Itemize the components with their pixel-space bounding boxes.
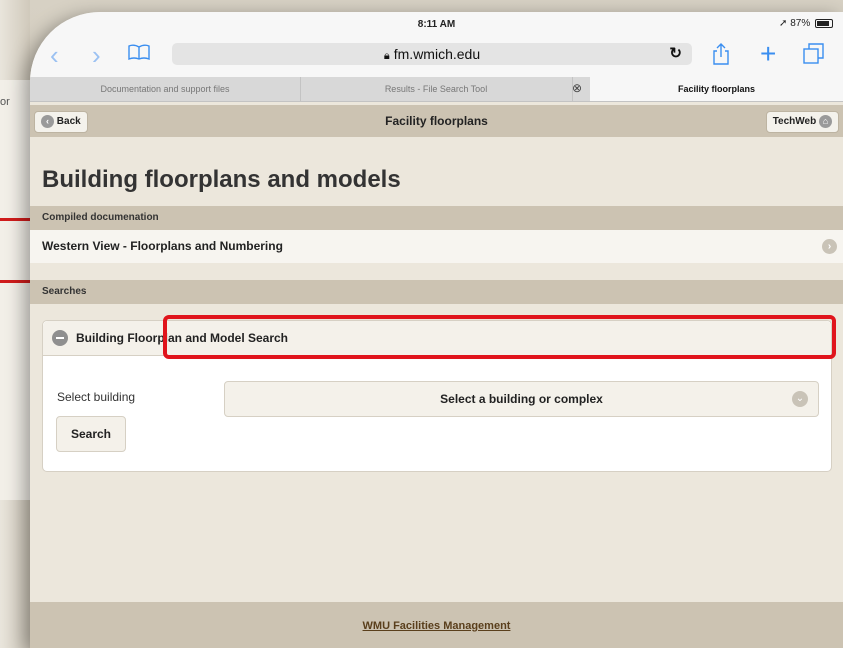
tab-documentation[interactable]: Documentation and support files bbox=[30, 77, 301, 101]
tab-results[interactable]: Results - File Search Tool bbox=[300, 77, 573, 101]
chevron-down-icon: ⌄ bbox=[792, 391, 808, 407]
tabs-overview-icon[interactable] bbox=[802, 42, 826, 66]
screenshot-card: 8:11 AM ➚ 87% ‹ › 🔒︎ fm.wmich.edu ↻ + Doc… bbox=[30, 12, 843, 648]
list-item-label: Western View - Floorplans and Numbering bbox=[42, 239, 283, 253]
page-footer: WMU Facilities Management bbox=[30, 602, 843, 648]
lock-icon: 🔒︎ bbox=[383, 50, 390, 62]
search-button[interactable]: Search bbox=[56, 416, 126, 452]
collapse-icon bbox=[52, 330, 68, 346]
battery-icon bbox=[815, 18, 833, 28]
status-time: 8:11 AM bbox=[417, 19, 456, 30]
page-toolbar: ‹ Back Facility floorplans TechWeb ⌂ bbox=[30, 105, 843, 137]
web-page: ‹ Back Facility floorplans TechWeb ⌂ Bui… bbox=[30, 102, 843, 648]
tab-bar: Documentation and support files Results … bbox=[30, 77, 843, 102]
list-item-western-view[interactable]: Western View - Floorplans and Numbering … bbox=[30, 230, 843, 263]
new-tab-icon[interactable]: + bbox=[760, 40, 776, 68]
techweb-button-label: TechWeb bbox=[772, 116, 817, 127]
footer-link[interactable]: WMU Facilities Management bbox=[30, 620, 843, 632]
section-searches: Searches bbox=[30, 280, 843, 304]
forward-nav-icon[interactable]: › bbox=[92, 42, 101, 68]
close-tab-icon[interactable]: ⊗ bbox=[570, 81, 584, 95]
techweb-button[interactable]: TechWeb ⌂ bbox=[765, 111, 839, 133]
back-nav-icon[interactable]: ‹ bbox=[50, 42, 59, 68]
search-panel-title: Building Floorplan and Model Search bbox=[76, 331, 289, 345]
address-bar[interactable]: 🔒︎ fm.wmich.edu ↻ bbox=[172, 43, 692, 65]
select-building-label: Select building bbox=[57, 390, 136, 404]
share-icon[interactable] bbox=[712, 42, 730, 66]
search-panel: Building Floorplan and Model Search Sele… bbox=[42, 320, 832, 472]
background-partial-text: or bbox=[0, 96, 10, 108]
url-text: fm.wmich.edu bbox=[393, 46, 481, 62]
search-panel-header[interactable]: Building Floorplan and Model Search bbox=[43, 321, 831, 356]
building-select-value: Select a building or complex bbox=[440, 392, 603, 406]
toolbar-title: Facility floorplans bbox=[385, 114, 488, 128]
section-compiled-documentation: Compiled documenation bbox=[30, 206, 843, 230]
status-indicators: ➚ 87% bbox=[779, 18, 833, 29]
location-icon: ➚ bbox=[779, 18, 788, 29]
browser-chrome: 8:11 AM ➚ 87% ‹ › 🔒︎ fm.wmich.edu ↻ + bbox=[30, 12, 843, 78]
page-title: Building floorplans and models bbox=[42, 166, 401, 193]
reload-icon[interactable]: ↻ bbox=[669, 44, 682, 62]
chevron-right-icon: › bbox=[822, 239, 837, 254]
tab-facility-floorplans[interactable]: Facility floorplans bbox=[590, 77, 843, 101]
building-select[interactable]: Select a building or complex ⌄ bbox=[224, 381, 819, 417]
home-icon: ⌂ bbox=[819, 114, 832, 128]
battery-percent: 87% bbox=[790, 18, 811, 29]
bookmarks-icon[interactable] bbox=[128, 44, 150, 60]
